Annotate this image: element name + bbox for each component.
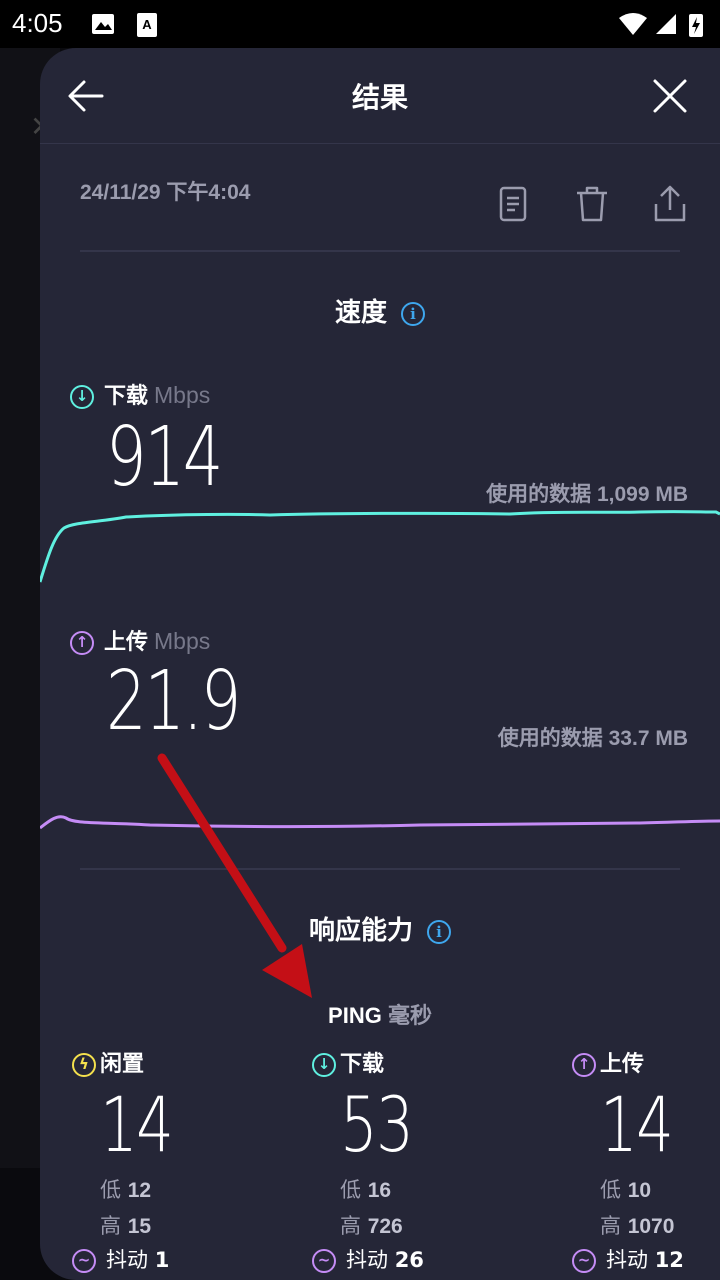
annotation-arrow bbox=[157, 753, 312, 998]
